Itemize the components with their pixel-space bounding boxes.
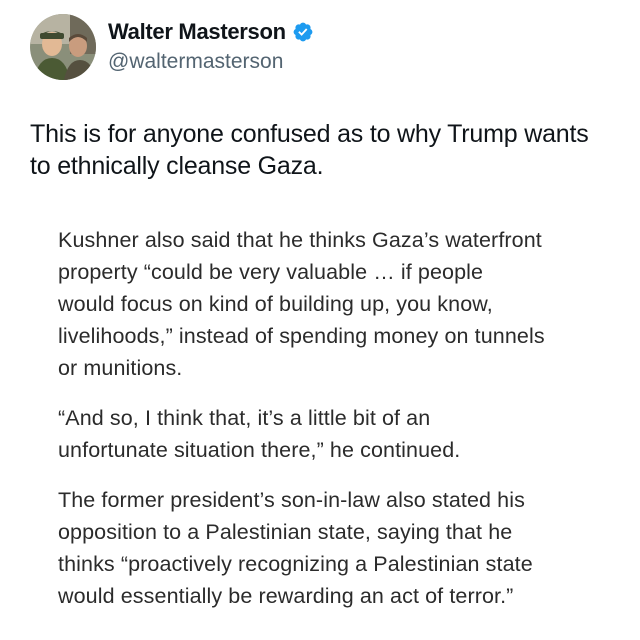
profile-photo-icon xyxy=(30,14,96,80)
avatar[interactable] xyxy=(30,14,96,80)
handle[interactable]: @waltermasterson xyxy=(108,48,314,76)
verified-badge-icon xyxy=(292,21,314,43)
quote-paragraph: The former president’s son-in-law also s… xyxy=(58,488,533,608)
quoted-article: Kushner also said that he thinks Gaza’s … xyxy=(58,224,618,612)
quote-paragraph: “And so, I think that, it’s a little bit… xyxy=(58,406,461,462)
quote-paragraph: Kushner also said that he thinks Gaza’s … xyxy=(58,228,545,380)
tweet-text: This is for anyone confused as to why Tr… xyxy=(30,120,589,180)
display-name[interactable]: Walter Masterson xyxy=(108,18,286,46)
tweet-header: Walter Masterson @waltermasterson xyxy=(30,14,314,80)
